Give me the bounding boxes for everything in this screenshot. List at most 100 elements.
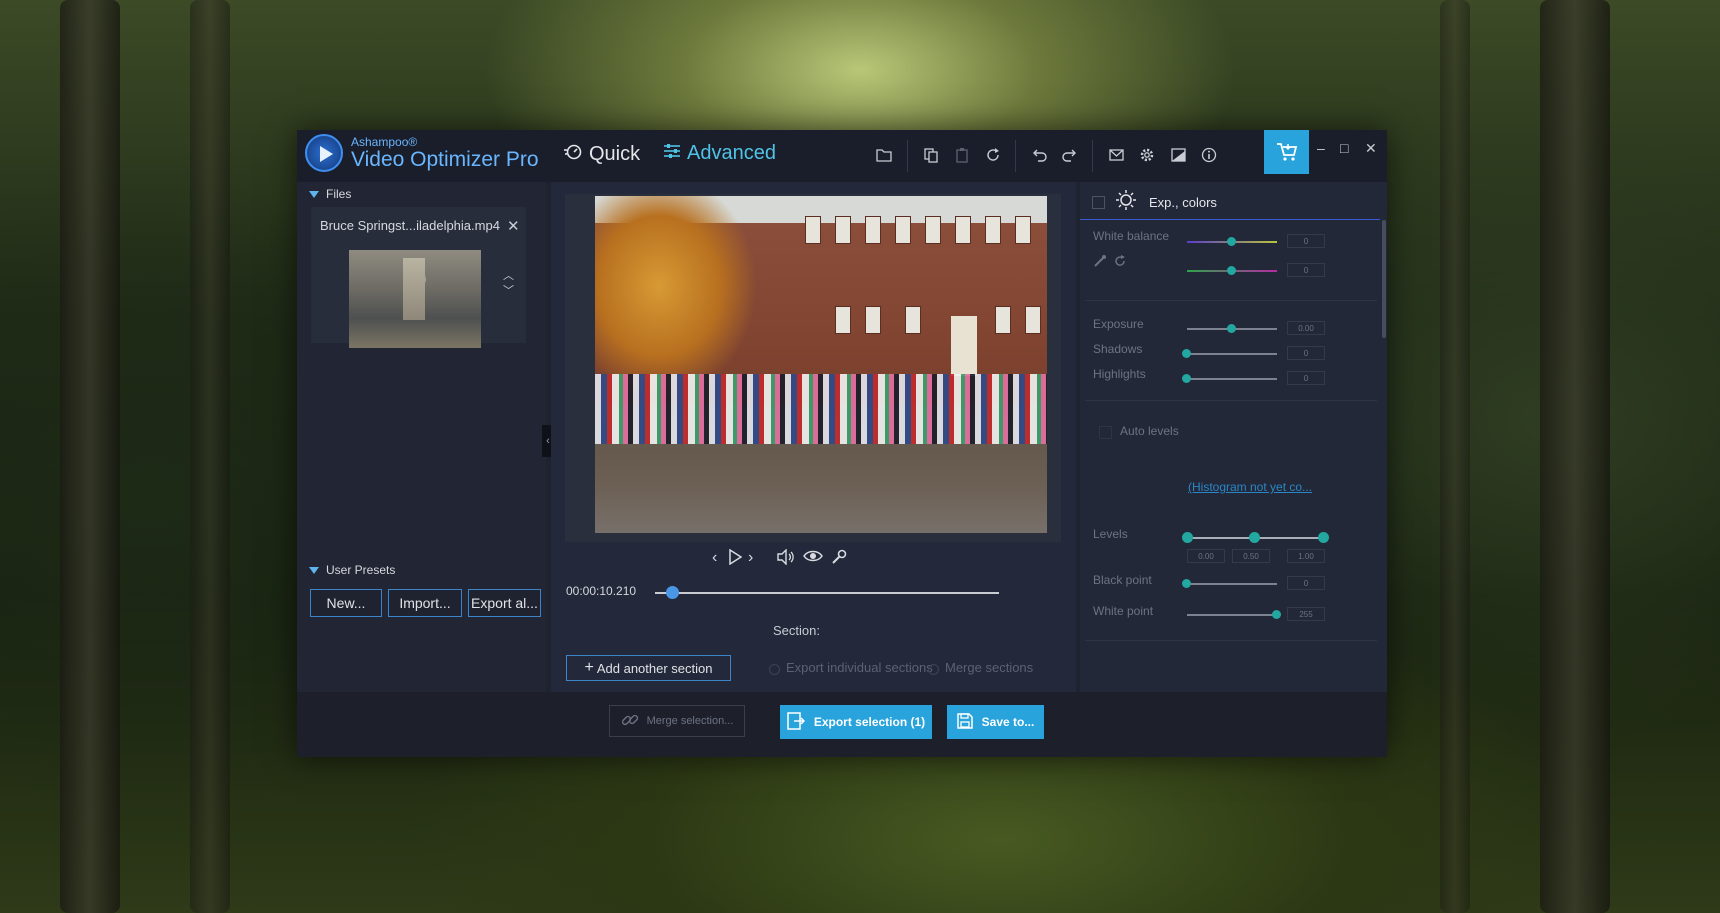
slider-knob[interactable] — [1272, 610, 1281, 619]
timeline-track[interactable] — [655, 592, 999, 594]
background-tree — [60, 0, 120, 913]
adjustments-pane: Exp., colors White balance 0 0 Exposure … — [1080, 182, 1387, 692]
white-point-label: White point — [1093, 604, 1154, 618]
eyedropper-icon[interactable] — [1093, 254, 1107, 273]
white-balance-tint-value[interactable]: 0 — [1287, 263, 1325, 277]
folder-icon[interactable] — [871, 142, 897, 168]
app-logo-icon — [305, 134, 343, 172]
add-section-button[interactable]: + Add another section — [566, 655, 731, 681]
section-label: Section: — [773, 623, 820, 638]
slider-knob[interactable] — [1227, 237, 1236, 246]
settings-icon[interactable] — [1134, 142, 1160, 168]
exposure-value[interactable]: 0.00 — [1287, 321, 1325, 335]
auto-levels-label: Auto levels — [1120, 424, 1179, 438]
slider-knob[interactable] — [1227, 324, 1236, 333]
reset-icon[interactable] — [1113, 254, 1127, 273]
histogram-link[interactable]: (Histogram not yet co... — [1188, 480, 1312, 494]
sliders-icon — [663, 142, 681, 165]
slider-knob[interactable] — [1182, 349, 1191, 358]
mail-icon[interactable] — [1103, 142, 1129, 168]
highlights-value[interactable]: 0 — [1287, 371, 1325, 385]
previous-frame-icon[interactable]: ‹ — [712, 549, 717, 567]
info-icon[interactable] — [1196, 142, 1222, 168]
plus-icon: + — [584, 659, 594, 676]
divider — [1085, 300, 1377, 301]
sun-icon — [1115, 189, 1137, 216]
expand-triangle-icon — [309, 566, 319, 574]
black-point-value[interactable]: 0 — [1287, 576, 1325, 590]
move-up-icon[interactable]: ︿ — [503, 267, 514, 283]
shadows-label: Shadows — [1093, 342, 1143, 356]
presets-section-header[interactable]: User Presets — [297, 558, 546, 582]
next-frame-icon[interactable]: › — [748, 549, 753, 567]
white-point-slider[interactable] — [1187, 614, 1277, 616]
play-icon[interactable] — [728, 548, 743, 570]
rotate-icon[interactable] — [980, 142, 1006, 168]
move-down-icon[interactable]: ﹀ — [503, 282, 514, 298]
background-tree — [1540, 0, 1610, 913]
title-bar: Ashampoo® Video Optimizer Pro Quick Adva… — [297, 130, 1387, 182]
save-to-label: Save to... — [981, 715, 1035, 729]
white-balance-temp-value[interactable]: 0 — [1287, 234, 1325, 248]
timecode: 00:00:10.210 — [566, 584, 637, 598]
save-to-button[interactable]: Save to... — [947, 705, 1044, 739]
export-individual-radio[interactable] — [769, 664, 780, 675]
redo-icon[interactable] — [1057, 142, 1083, 168]
export-presets-button[interactable]: Export al... — [468, 589, 541, 617]
levels-mid-knob[interactable] — [1249, 532, 1260, 543]
toolbar-divider — [1092, 140, 1093, 172]
slider-knob[interactable] — [1227, 266, 1236, 275]
timeline-playhead[interactable] — [665, 586, 679, 599]
black-point-slider[interactable] — [1187, 583, 1277, 585]
copy-icon[interactable] — [918, 142, 944, 168]
edit-icon[interactable] — [1165, 142, 1191, 168]
mode-quick-button[interactable]: Quick — [563, 142, 640, 166]
highlights-slider[interactable] — [1187, 378, 1277, 380]
files-section-header[interactable]: Files — [297, 182, 546, 206]
exposure-colors-header[interactable]: Exp., colors — [1092, 190, 1362, 215]
preview-eye-icon[interactable] — [803, 549, 823, 568]
black-point-label: Black point — [1093, 573, 1152, 587]
background-tree — [190, 0, 230, 913]
levels-white-knob[interactable] — [1318, 532, 1329, 543]
shadows-value[interactable]: 0 — [1287, 346, 1325, 360]
volume-icon[interactable] — [777, 548, 795, 570]
import-preset-button[interactable]: Import... — [388, 589, 462, 617]
levels-black-knob[interactable] — [1182, 532, 1193, 543]
white-point-value[interactable]: 255 — [1287, 607, 1325, 621]
enable-exposure-checkbox[interactable] — [1092, 196, 1105, 209]
close-button[interactable]: ✕ — [1365, 140, 1377, 157]
wrench-icon[interactable] — [831, 549, 847, 570]
levels-mid-value[interactable]: 0.50 — [1232, 549, 1270, 563]
app-window: Ashampoo® Video Optimizer Pro Quick Adva… — [297, 130, 1387, 757]
merge-selection-button[interactable]: Merge selection... — [609, 705, 745, 737]
maximize-button[interactable]: □ — [1340, 140, 1348, 156]
files-header-label: Files — [326, 187, 352, 201]
mode-advanced-button[interactable]: Advanced — [663, 142, 776, 165]
levels-black-value[interactable]: 0.00 — [1187, 549, 1225, 563]
cart-icon[interactable] — [1264, 130, 1309, 174]
levels-white-value[interactable]: 1.00 — [1287, 549, 1325, 563]
stopwatch-icon — [563, 142, 583, 166]
merge-sections-radio[interactable] — [928, 664, 939, 675]
file-name: Bruce Springst...iladelphia.mp4 — [320, 218, 500, 233]
remove-file-icon[interactable]: ✕ — [507, 217, 520, 235]
auto-levels-checkbox[interactable] — [1099, 426, 1112, 439]
add-section-label: Add another section — [596, 660, 713, 676]
export-selection-label: Export selection (1) — [813, 715, 926, 729]
export-selection-button[interactable]: Export selection (1) — [780, 705, 932, 739]
new-preset-button[interactable]: New... — [310, 589, 382, 617]
undo-icon[interactable] — [1026, 142, 1052, 168]
paste-icon[interactable] — [949, 142, 975, 168]
slider-knob[interactable] — [1182, 579, 1191, 588]
scrollbar[interactable] — [1382, 220, 1386, 338]
shadows-slider[interactable] — [1187, 353, 1277, 355]
export-icon — [787, 711, 805, 733]
video-preview[interactable] — [595, 196, 1047, 533]
slider-knob[interactable] — [1182, 374, 1191, 383]
file-item[interactable]: Bruce Springst...iladelphia.mp4 ✕ ︿ ﹀ — [311, 207, 526, 348]
divider — [1085, 640, 1377, 641]
mode-advanced-label: Advanced — [687, 142, 776, 164]
minimize-button[interactable]: – — [1317, 140, 1325, 156]
toolbar-divider — [907, 140, 908, 172]
